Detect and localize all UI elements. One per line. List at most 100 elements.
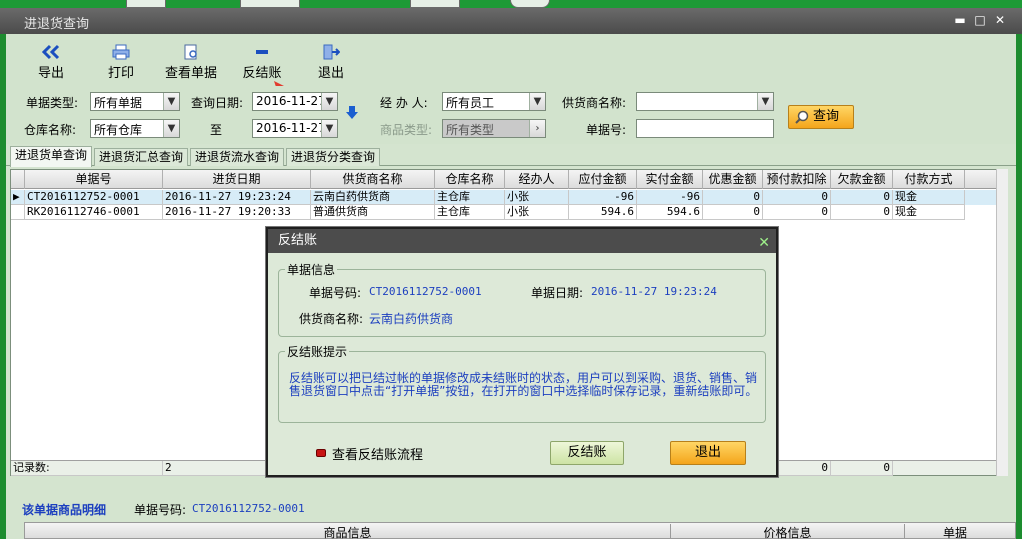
date-to-picker[interactable]: 2016-11-27 ▼ [252,119,338,138]
column-header[interactable]: 付款方式 [893,170,965,189]
cell-date: 2016-11-27 19:20:33 [163,205,311,220]
chevron-down-icon[interactable]: ▼ [757,93,773,110]
category-value: 所有类型 [446,123,495,137]
minimize-icon[interactable]: ▬ [952,12,968,28]
query-button[interactable]: 查询 [788,105,854,129]
doc-type-select[interactable]: 所有单据 ▼ [90,92,180,111]
column-header[interactable]: 预付款扣除 [763,170,831,189]
cell-handler: 小张 [505,190,569,205]
hint-group: 反结账提示 反结账可以把已结过帐的单据修改成未结账时的状态，用户可以到采购、退货… [278,343,766,423]
view-doc-button[interactable]: 查看单据 [164,44,218,84]
handler-label: 经 办 人: [380,96,428,110]
cell-payable: -96 [569,190,637,205]
chevron-down-icon[interactable]: ▼ [321,93,337,110]
column-header[interactable]: 经办人 [505,170,569,189]
to-label: 至 [210,123,223,137]
double-chevron-left-icon [41,44,60,60]
column-header[interactable]: 欠款金额 [831,170,893,189]
tab-summary-query[interactable]: 进退货汇总查询 [94,148,189,166]
dialog-doc-no-label: 单据号码: [309,286,362,300]
doc-type-value: 所有单据 [94,96,143,110]
tab-flow-query[interactable]: 进退货流水查询 [190,148,285,166]
print-button[interactable]: 打印 [104,44,138,84]
detail-col-goods[interactable]: 商品信息 [25,524,671,539]
dialog-supplier-label: 供货商名称: [299,312,364,326]
handler-select[interactable]: 所有员工 ▼ [442,92,546,111]
taskbar-tab[interactable] [126,0,166,8]
dialog-exit-button[interactable]: 退出 [670,441,746,465]
arrow-down-icon [346,106,358,119]
date-from-picker[interactable]: 2016-11-27 ▼ [252,92,338,111]
cell-prepay: 0 [763,190,831,205]
dialog-doc-date-value: 2016-11-27 19:23:24 [591,285,717,298]
export-label: 导出 [37,66,64,81]
category-select: 所有类型 › [442,119,546,138]
cell-debt: 0 [831,190,893,205]
warehouse-value: 所有仓库 [94,123,143,137]
table-scrollbar[interactable] [996,169,1008,476]
taskbar-tab[interactable] [410,0,460,8]
close-icon[interactable]: ✕ [758,231,770,255]
tab-category-query[interactable]: 进退货分类查询 [286,148,381,166]
chevron-down-icon[interactable]: ▼ [321,120,337,137]
dialog-doc-no-value: CT2016112752-0001 [369,285,482,298]
exit-door-icon [323,44,340,60]
column-header[interactable]: 单据号 [25,170,163,189]
taskbar-tab[interactable] [240,0,300,8]
dialog-unsettle-button[interactable]: 反结账 [550,441,624,465]
tab-bar: 进退货单查询 进退货汇总查询 进退货流水查询 进退货分类查询 [6,146,1016,167]
chevron-down-icon[interactable]: ▼ [163,93,179,110]
doc-type-label: 单据类型: [26,96,79,110]
dialog-title: 反结账 [278,233,318,248]
cell-paid: 594.6 [637,205,703,220]
cell-discount: 0 [703,205,763,220]
cell-pay-method: 现金 [893,205,965,220]
column-header[interactable]: 供货商名称 [311,170,435,189]
detail-col-price[interactable]: 价格信息 [671,524,905,539]
dialog-doc-date-label: 单据日期: [531,286,584,300]
cell-doc-no: RK2016112746-0001 [25,205,163,220]
supplier-select[interactable]: ▼ [636,92,774,111]
handler-value: 所有员工 [446,96,495,110]
view-flow-link[interactable]: 查看反结账流程 [332,444,423,463]
detail-table-header: 商品信息 价格信息 单据 [24,522,1016,539]
flow-indicator-icon [316,449,326,457]
column-header[interactable]: 应付金额 [569,170,637,189]
chevron-down-icon[interactable]: ▼ [163,120,179,137]
maximize-icon[interactable]: □ [972,12,988,28]
detail-col-doc[interactable]: 单据 [905,524,1005,539]
cell-warehouse: 主仓库 [435,190,505,205]
view-doc-label: 查看单据 [164,66,217,81]
cell-payable: 594.6 [569,205,637,220]
search-icon [795,110,809,124]
date-from-value: 2016-11-27 [256,94,326,108]
column-header[interactable]: 实付金额 [637,170,703,189]
export-button[interactable]: 导出 [36,44,66,84]
cell-debt: 0 [831,205,893,220]
cell-warehouse: 主仓库 [435,205,505,220]
printer-icon [112,44,130,60]
warehouse-select[interactable]: 所有仓库 ▼ [90,119,180,138]
taskbar-tab[interactable] [510,0,550,8]
unsettle-dialog: 反结账 ✕ 单据信息 单据号码: CT2016112752-0001 单据日期:… [266,227,778,477]
doc-no-input[interactable] [636,119,774,138]
column-header[interactable]: 进货日期 [163,170,311,189]
column-header[interactable]: 仓库名称 [435,170,505,189]
cell-prepay: 0 [763,205,831,220]
cell-date: 2016-11-27 19:23:24 [163,190,311,205]
table-row[interactable]: ▶ CT2016112752-0001 2016-11-27 19:23:24 … [11,190,1007,205]
row-indicator [11,205,25,220]
document-view-icon [184,44,197,60]
table-row[interactable]: RK2016112746-0001 2016-11-27 19:20:33 普通… [11,205,1007,220]
cell-paid: -96 [637,190,703,205]
chevron-right-icon: › [529,120,545,137]
tab-doc-query[interactable]: 进退货单查询 [10,146,93,167]
query-label: 查询 [813,109,840,124]
cell-discount: 0 [703,190,763,205]
supplier-label: 供货商名称: [562,96,627,110]
close-icon[interactable]: ✕ [992,12,1008,28]
window-titlebar: 进退货查询 ▬ □ ✕ [0,8,1022,34]
column-header[interactable]: 优惠金额 [703,170,763,189]
filter-panel: 单据类型: 所有单据 ▼ 查询日期: 2016-11-27 ▼ 仓库名称: 所有… [6,86,1016,144]
chevron-down-icon[interactable]: ▼ [529,93,545,110]
